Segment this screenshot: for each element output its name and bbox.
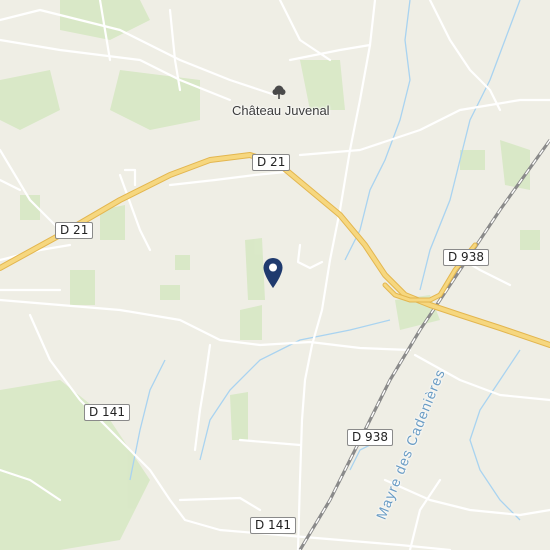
road-shield-d21-west: D 21 (55, 222, 94, 239)
road-shield-d21-north: D 21 (252, 154, 291, 171)
location-pin-icon[interactable] (262, 257, 284, 289)
map-view[interactable]: D 21 D 21 D 938 D 938 D 141 D 141 Châtea… (0, 0, 550, 550)
road-shield-d141-south: D 141 (250, 517, 296, 534)
tree-icon[interactable] (271, 84, 287, 100)
road-shield-d938-east: D 938 (443, 249, 489, 266)
place-label-chateau-juvenal[interactable]: Château Juvenal (232, 103, 330, 118)
road-shield-d938-south: D 938 (347, 429, 393, 446)
road-shield-d141-west: D 141 (84, 404, 130, 421)
